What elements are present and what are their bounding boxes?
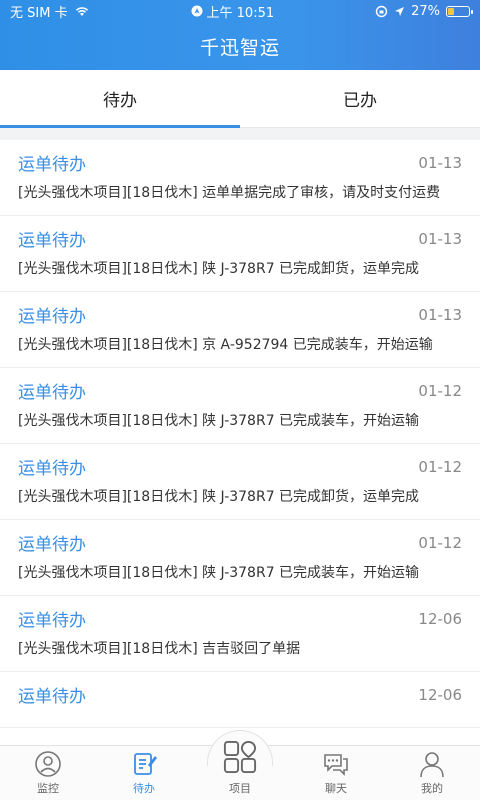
item-date: 01-12: [418, 381, 462, 400]
item-text: [光头强伐木项目][18日伐木] 陕 J-378R7 已完成卸货，运单完成: [18, 261, 420, 277]
item-title: 运单待办: [18, 307, 86, 327]
item-date: 12-06: [418, 609, 462, 628]
nav-todo[interactable]: 待办: [96, 746, 192, 800]
battery-percent: 27%: [411, 3, 440, 19]
tab-done[interactable]: 已办: [240, 70, 480, 127]
item-text: [光头强伐木项目][18日伐木] 运单单据完成了审核，请及时支付运费: [18, 185, 441, 201]
item-text: [光头强伐木项目][18日伐木] 京 A-952794 已完成装车，开始运输: [18, 337, 433, 353]
clock-time: 上午 10:51: [206, 5, 275, 21]
item-title: 运单待办: [18, 611, 86, 631]
item-text: [光头强伐木项目][18日伐木] 陕 J-378R7 已完成装车，开始运输: [18, 565, 420, 581]
bottom-nav: 监控 待办 项目 聊天 我的: [0, 730, 480, 800]
nav-label: 项目: [229, 782, 251, 795]
project-icon: [223, 740, 257, 774]
wifi-icon: [75, 7, 88, 16]
nav-label: 我的: [421, 782, 443, 795]
tab-bar: 待办 已办: [0, 70, 480, 128]
item-title: 运单待办: [18, 459, 86, 479]
list-item[interactable]: 运单待办 01-12 [光头强伐木项目][18日伐木] 陕 J-378R7 已完…: [0, 520, 480, 596]
item-date: 01-13: [418, 305, 462, 324]
list-item[interactable]: 运单待办 01-13 [光头强伐木项目][18日伐木] 运单单据完成了审核，请及…: [0, 140, 480, 216]
nav-me[interactable]: 我的: [384, 746, 480, 800]
battery-icon: [446, 5, 473, 17]
item-date: 01-12: [418, 533, 462, 552]
location-circle-icon: [191, 5, 203, 17]
chat-icon: [324, 754, 348, 776]
item-text: [光头强伐木项目][18日伐木] 陕 J-378R7 已完成装车，开始运输: [18, 413, 420, 429]
item-date: 01-13: [418, 153, 462, 172]
list-item[interactable]: 运单待办 12-06: [0, 672, 480, 728]
list-item[interactable]: 运单待办 01-12 [光头强伐木项目][18日伐木] 陕 J-378R7 已完…: [0, 444, 480, 520]
carrier-label: 无 SIM 卡: [10, 5, 68, 21]
item-date: 01-12: [418, 457, 462, 476]
item-text: [光头强伐木项目][18日伐木] 吉吉驳回了单据: [18, 641, 301, 657]
list-item[interactable]: 运单待办 01-13 [光头强伐木项目][18日伐木] 京 A-952794 已…: [0, 292, 480, 368]
list-item[interactable]: 运单待办 01-12 [光头强伐木项目][18日伐木] 陕 J-378R7 已完…: [0, 368, 480, 444]
monitor-icon: [35, 751, 61, 777]
item-title: 运单待办: [18, 687, 86, 707]
item-date: 12-06: [418, 685, 462, 704]
nav-label: 监控: [37, 782, 59, 795]
nav-label: 聊天: [325, 782, 347, 795]
user-icon: [420, 752, 444, 778]
nav-chat[interactable]: 聊天: [288, 746, 384, 800]
list-item[interactable]: 运单待办 01-13 [光头强伐木项目][18日伐木] 陕 J-378R7 已完…: [0, 216, 480, 292]
item-text: [光头强伐木项目][18日伐木] 陕 J-378R7 已完成卸货，运单完成: [18, 489, 420, 505]
tab-todo[interactable]: 待办: [0, 70, 240, 128]
todo-list[interactable]: 运单待办 01-13 [光头强伐木项目][18日伐木] 运单单据完成了审核，请及…: [0, 140, 480, 745]
todo-icon: [134, 753, 157, 775]
location-arrow-icon: [395, 6, 405, 16]
item-title: 运单待办: [18, 535, 86, 555]
nav-label: 待办: [133, 782, 155, 795]
item-title: 运单待办: [18, 155, 86, 175]
page-title: 千迅智运: [199, 36, 280, 59]
nav-project[interactable]: 项目: [192, 740, 288, 800]
nav-monitor[interactable]: 监控: [0, 746, 96, 800]
app-header: 无 SIM 卡 上午 10:51 27% 千迅智运: [0, 0, 480, 70]
item-title: 运单待办: [18, 231, 86, 251]
item-title: 运单待办: [18, 383, 86, 403]
list-item[interactable]: 运单待办 12-06 [光头强伐木项目][18日伐木] 吉吉驳回了单据: [0, 596, 480, 672]
item-date: 01-13: [418, 229, 462, 248]
rotation-lock-icon: [375, 5, 388, 17]
status-bar: 无 SIM 卡 上午 10:51 27%: [0, 0, 480, 22]
